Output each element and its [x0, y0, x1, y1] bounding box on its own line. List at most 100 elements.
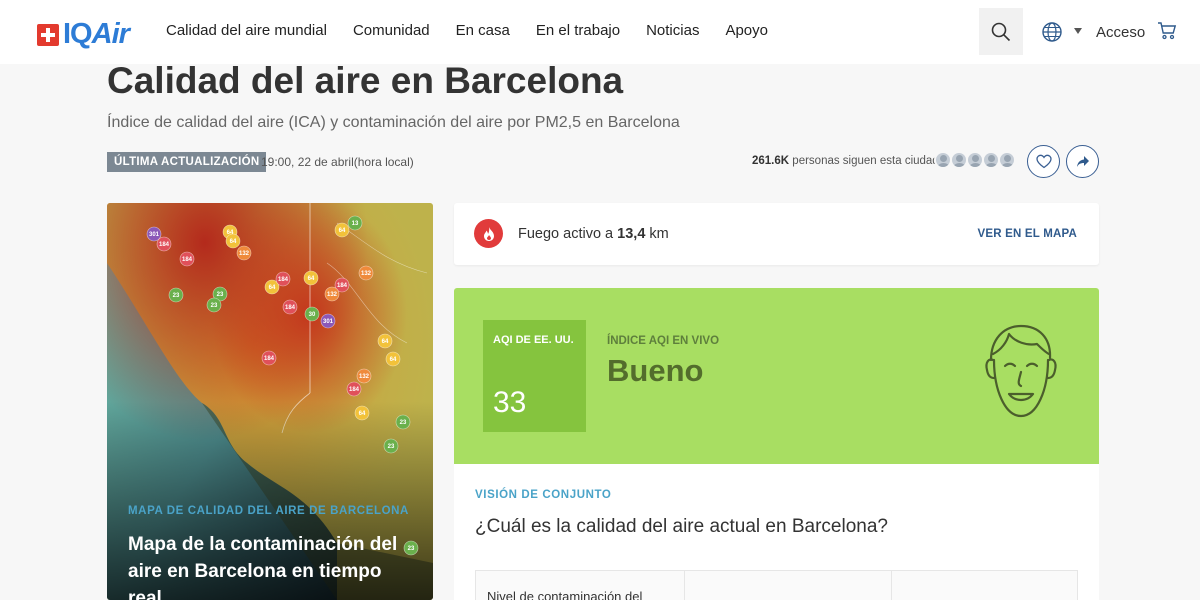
- search-button[interactable]: [979, 8, 1023, 55]
- page-title: Calidad del aire en Barcelona: [107, 60, 624, 101]
- map-station-value: 64: [390, 357, 397, 363]
- live-aqi-kicker: ÍNDICE AQI EN VIVO: [607, 335, 720, 347]
- main-nav: Calidad del aire mundial Comunidad En ca…: [166, 22, 794, 39]
- map-station-value: 132: [361, 271, 372, 277]
- map-station-marker[interactable]: 132: [324, 286, 340, 302]
- fire-distance: 13,4: [617, 226, 646, 242]
- air-quality-map-card[interactable]: 301 184 64 13 64 184 23 23 23 64 132 64 184 132 184 30 1…: [107, 203, 433, 600]
- map-station-value: 184: [337, 283, 348, 289]
- map-station-marker[interactable]: 64: [303, 270, 319, 286]
- map-station-marker[interactable]: 23: [395, 414, 411, 430]
- overview-section: VISIÓN DE CONJUNTO ¿Cuál es la calidad d…: [454, 464, 1099, 600]
- map-station-marker[interactable]: 64: [334, 222, 350, 238]
- share-button[interactable]: [1066, 145, 1099, 178]
- map-station-marker[interactable]: 64: [225, 233, 241, 249]
- map-station-marker[interactable]: 184: [346, 381, 362, 397]
- map-station-marker[interactable]: 23: [168, 287, 184, 303]
- map-station-marker[interactable]: 30: [304, 306, 320, 322]
- map-station-marker[interactable]: 13: [347, 215, 363, 231]
- iqair-logo[interactable]: IQAir: [37, 18, 130, 51]
- map-station-marker[interactable]: 184: [275, 271, 291, 287]
- map-station-value: 184: [285, 305, 296, 311]
- fire-distance-text: Fuego activo a 13,4 km: [518, 226, 669, 242]
- map-station-value: 64: [382, 339, 389, 345]
- map-station-value: 184: [159, 242, 170, 248]
- map-station-value: 64: [269, 285, 276, 291]
- map-station-value: 30: [309, 312, 316, 318]
- map-station-value: 64: [359, 411, 366, 417]
- map-station-value: 184: [264, 356, 275, 362]
- map-station-marker[interactable]: 64: [354, 405, 370, 421]
- last-update-badge: ÚLTIMA ACTUALIZACIÓN: [107, 152, 267, 172]
- map-station-marker[interactable]: 184: [282, 299, 298, 315]
- map-station-value: 184: [349, 387, 360, 393]
- nav-item-support[interactable]: Apoyo: [725, 22, 768, 39]
- map-station-value: 64: [308, 276, 315, 282]
- globe-icon[interactable]: [1041, 21, 1063, 43]
- brand-suffix: Air: [91, 18, 130, 50]
- brand-prefix: IQ: [63, 18, 93, 50]
- fire-icon: [474, 219, 503, 248]
- map-station-value: 23: [217, 292, 224, 298]
- nav-item-news[interactable]: Noticias: [646, 22, 699, 39]
- aqi-level: Bueno: [607, 353, 704, 388]
- map-station-marker[interactable]: 64: [377, 333, 393, 349]
- map-station-value: 13: [352, 221, 359, 227]
- pollution-level-table: Nivel de contaminación del: [475, 570, 1078, 600]
- map-station-marker[interactable]: 132: [356, 368, 372, 384]
- map-station-value: 132: [359, 374, 370, 380]
- aqi-label: AQI DE EE. UU.: [493, 334, 574, 346]
- map-station-value: 132: [327, 292, 338, 298]
- map-station-value: 23: [400, 420, 407, 426]
- nav-item-community[interactable]: Comunidad: [353, 22, 430, 39]
- nav-item-work[interactable]: En el trabajo: [536, 22, 620, 39]
- map-station-value: 132: [239, 251, 250, 257]
- map-station-marker[interactable]: 23: [383, 438, 399, 454]
- map-station-value: 301: [323, 319, 334, 325]
- overview-question: ¿Cuál es la calidad del aire actual en B…: [475, 516, 888, 537]
- view-on-map-link[interactable]: VER EN EL MAPA: [978, 228, 1078, 240]
- map-station-marker[interactable]: 184: [156, 236, 172, 252]
- map-title[interactable]: Mapa de la contaminación del aire en Bar…: [128, 531, 418, 600]
- aqi-card: AQI DE EE. UU. 33 ÍNDICE AQI EN VIVO Bue…: [454, 288, 1099, 464]
- map-station-value: 23: [388, 444, 395, 450]
- map-station-marker[interactable]: 23: [206, 297, 222, 313]
- aqi-value: 33: [493, 386, 527, 419]
- overview-kicker: VISIÓN DE CONJUNTO: [475, 489, 612, 501]
- map-station-value: 301: [149, 232, 160, 238]
- followers-count: 261.6K: [752, 155, 790, 167]
- map-station-marker[interactable]: 301: [320, 313, 336, 329]
- map-station-marker[interactable]: 184: [261, 350, 277, 366]
- map-station-value: 64: [339, 228, 346, 234]
- active-fire-card: Fuego activo a 13,4 km VER EN EL MAPA: [454, 203, 1099, 265]
- map-station-marker[interactable]: 64: [385, 351, 401, 367]
- followers-text: personas siguen esta ciudad: [792, 155, 939, 167]
- followers-info: 261.6K personas siguen esta ciudad: [752, 155, 939, 167]
- map-station-marker[interactable]: 132: [358, 265, 374, 281]
- nav-item-home[interactable]: En casa: [456, 22, 510, 39]
- map-station-value: 184: [278, 277, 289, 283]
- map-station-value: 23: [173, 293, 180, 299]
- login-link[interactable]: Acceso: [1096, 24, 1145, 41]
- nav-item-world-air-quality[interactable]: Calidad del aire mundial: [166, 22, 327, 39]
- table-header-cell: Nivel de contaminación del: [487, 589, 643, 600]
- avatar: [998, 151, 1016, 169]
- map-station-value: 23: [211, 303, 218, 309]
- top-header: IQAir Calidad del aire mundial Comunidad…: [0, 0, 1200, 64]
- search-icon: [991, 22, 1011, 41]
- map-station-marker[interactable]: 132: [236, 245, 252, 261]
- cart-icon[interactable]: [1157, 21, 1177, 41]
- map-kicker: MAPA DE CALIDAD DEL AIRE DE BARCELONA: [128, 505, 409, 517]
- happy-face-icon: [985, 324, 1057, 418]
- map-station-value: 184: [182, 257, 193, 263]
- aqi-value-box: AQI DE EE. UU. 33: [483, 320, 586, 432]
- table-column-divider: [891, 571, 892, 600]
- map-station-marker[interactable]: 184: [179, 251, 195, 267]
- table-column-divider: [684, 571, 685, 600]
- swiss-flag-icon: [37, 23, 59, 46]
- heart-icon: [1035, 154, 1052, 169]
- follower-avatars: [934, 151, 1016, 169]
- chevron-down-icon[interactable]: [1074, 28, 1082, 34]
- follow-button[interactable]: [1027, 145, 1060, 178]
- page-subtitle: Índice de calidad del aire (ICA) y conta…: [107, 114, 680, 131]
